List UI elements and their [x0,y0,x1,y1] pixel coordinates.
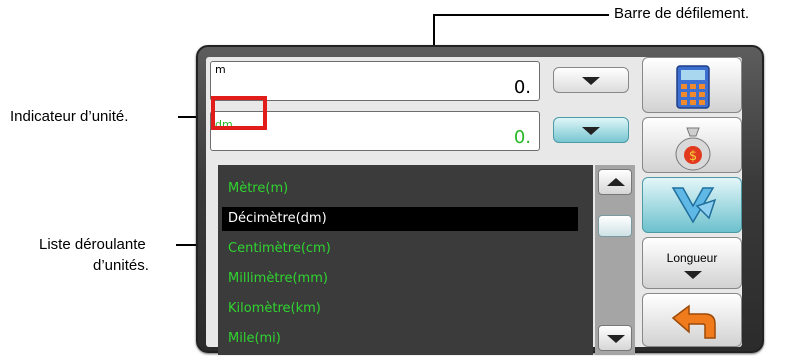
arrow-down-icon [607,335,625,343]
category-length-button[interactable]: Longueur [642,237,742,289]
target-value: 0. [513,127,531,148]
scroll-thumb[interactable] [598,215,632,237]
list-scrollbar[interactable] [595,165,635,355]
money-bag-icon: $ [675,127,711,171]
svg-text:$: $ [689,149,697,164]
unit-list-item[interactable]: Millimètre(mm) [222,267,578,291]
chevron-down-icon [684,271,702,279]
chevron-down-icon [582,77,600,85]
callout-unit-indicator: Indicateur d’unité. [10,108,129,125]
scroll-down-button[interactable] [598,325,632,351]
unit-list-item[interactable]: Mile(mi) [222,327,578,351]
unit-list-item[interactable]: Mètre(m) [222,177,578,201]
unit-list-item[interactable]: Centimètre(cm) [222,237,578,261]
callout-scrollbar: Barre de défilement. [614,5,750,22]
back-button[interactable] [642,293,742,347]
callout-unit-list-line2: d’unités. [93,257,149,274]
arrow-up-icon [607,178,625,186]
target-unit-dropdown-button[interactable] [553,117,629,143]
converter-screen: m 0. dm 0. Mètre(m) Décimètre(dm) Centimèt… [206,57,742,355]
source-unit-indicator: m [215,63,226,76]
unit-list-item[interactable]: Décimètre(dm) [222,207,578,231]
unit-dropdown-list[interactable]: Mètre(m) Décimètre(dm) Centimètre(cm) Milli… [218,165,593,355]
calculator-icon [676,65,710,109]
chevron-down-icon [582,127,600,135]
converter-icon [671,187,717,224]
leader-scrollbar-horizontal [433,14,609,16]
scroll-up-button[interactable] [598,169,632,195]
currency-button[interactable]: $ [642,117,742,173]
back-arrow-icon [671,304,716,339]
unit-list-item[interactable]: Kilomètre(km) [222,297,578,321]
calculator-button[interactable] [642,57,742,113]
device-frame: m 0. dm 0. Mètre(m) Décimètre(dm) Centimèt… [196,45,764,355]
unit-indicator-highlight [211,96,267,130]
converter-button[interactable] [642,177,742,233]
source-value-field[interactable]: m 0. [210,61,540,101]
callout-unit-list-line1: Liste déroulante [39,236,146,253]
source-unit-dropdown-button[interactable] [553,67,629,93]
source-value: 0. [513,77,531,98]
category-label: Longueur [666,251,718,265]
